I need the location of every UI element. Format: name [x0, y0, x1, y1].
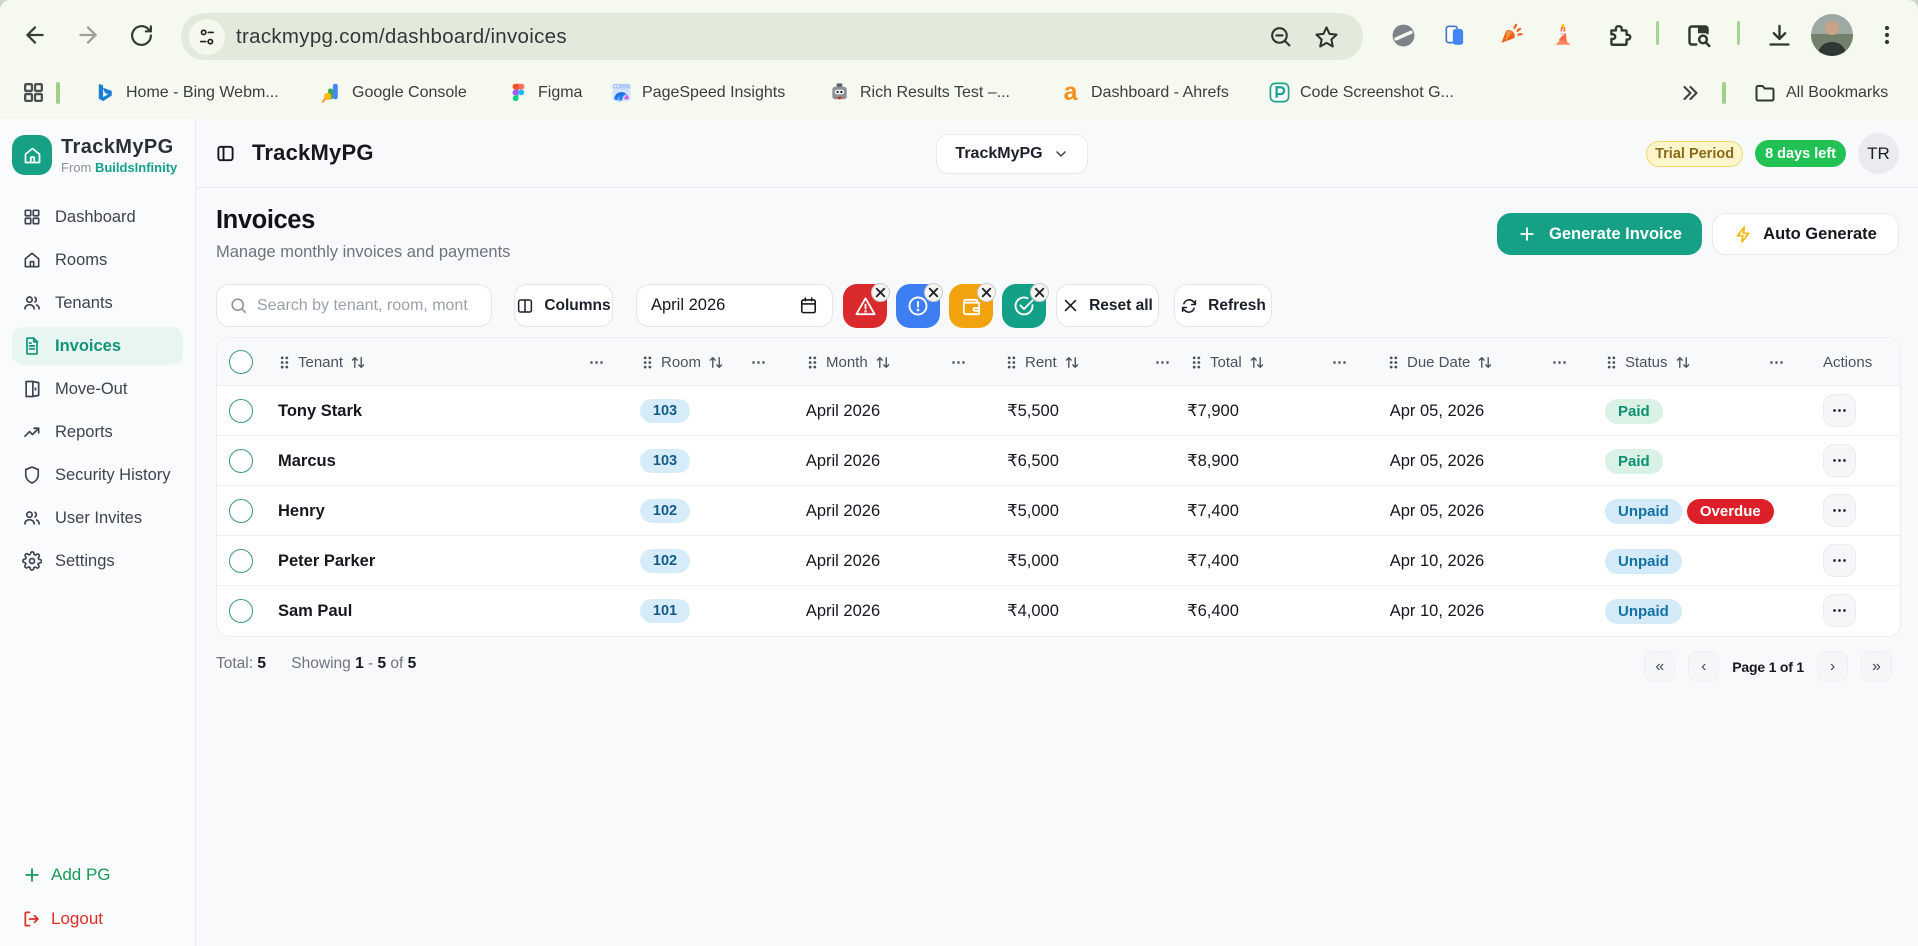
svg-text:a: a: [1064, 81, 1079, 104]
